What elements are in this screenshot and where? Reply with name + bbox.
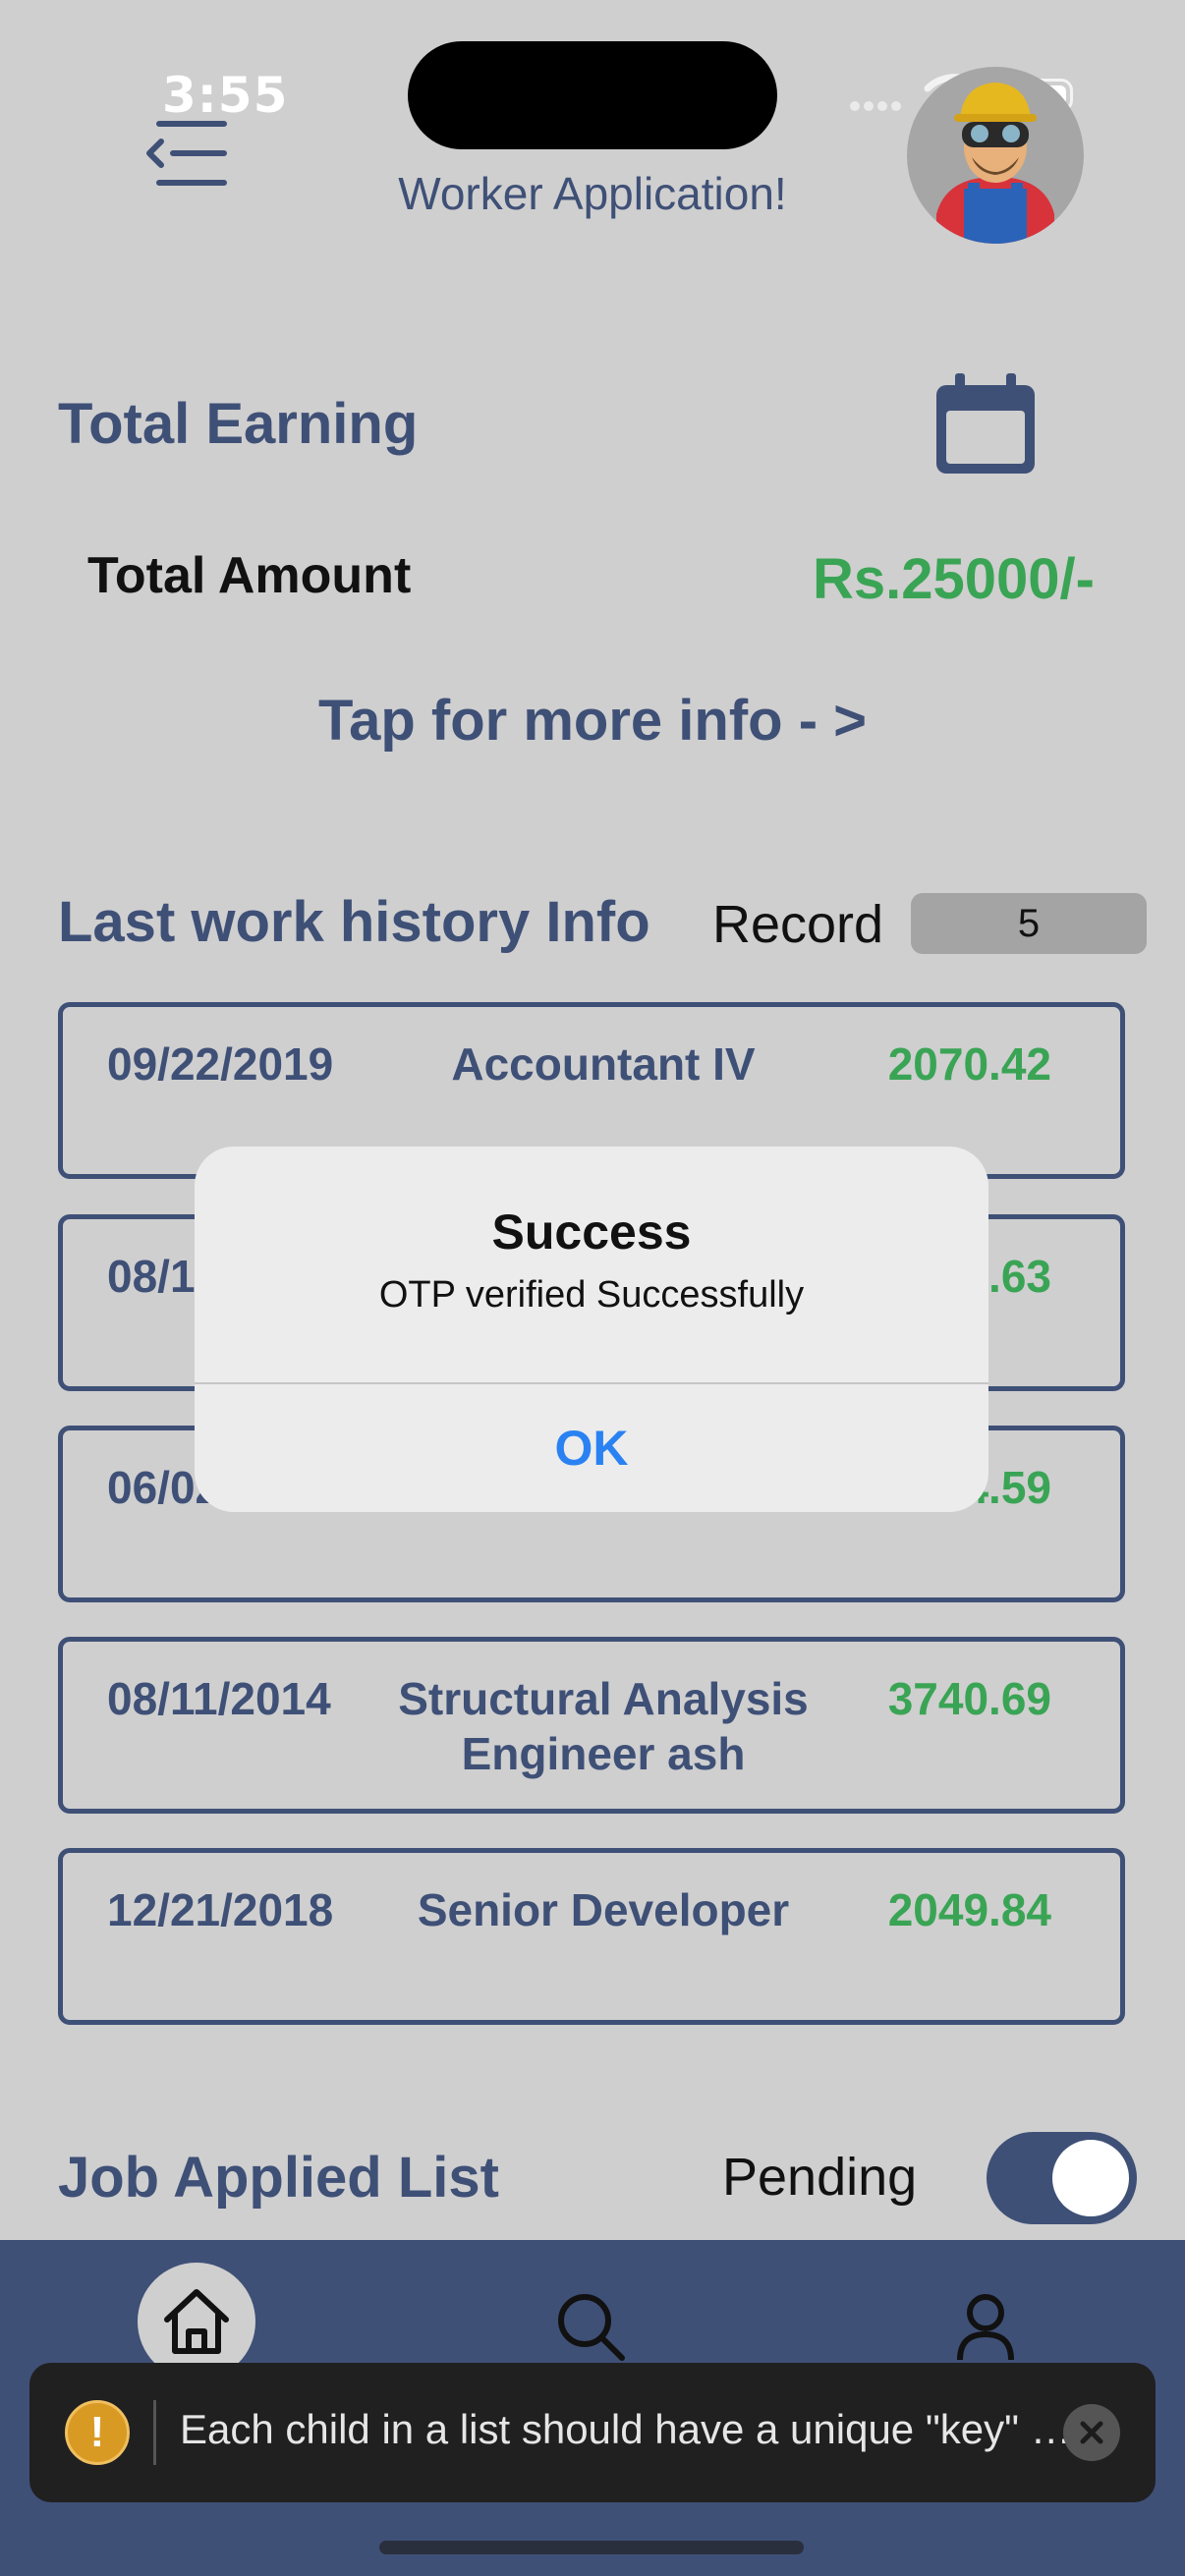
work-history-title: Last work history Info <box>58 890 650 954</box>
history-date: 08/11/2014 <box>107 1673 331 1724</box>
app-screen: 3:55 Worker Application! Total Earning T… <box>0 0 1185 2576</box>
history-card[interactable]: 12/21/2018 Senior Developer 2049.84 <box>58 1848 1125 2025</box>
toggle-knob <box>1052 2140 1129 2216</box>
record-label: Record <box>712 895 884 954</box>
more-info-link[interactable]: Tap for more info - > <box>0 688 1185 754</box>
worker-avatar-image <box>936 83 1054 244</box>
cellular-signal-icon <box>850 98 909 112</box>
history-date: 12/21/2018 <box>107 1884 334 1935</box>
profile-icon[interactable] <box>948 2289 1023 2364</box>
history-amount: 2070.42 <box>887 1038 1051 1090</box>
total-earning-title: Total Earning <box>58 392 419 456</box>
avatar[interactable] <box>907 67 1084 244</box>
dialog-message: OTP verified Successfully <box>378 1274 805 1316</box>
toast-divider <box>153 2400 156 2465</box>
ok-button[interactable]: OK <box>195 1384 988 1512</box>
dynamic-island <box>408 41 777 149</box>
pending-label: Pending <box>722 2148 918 2207</box>
close-icon[interactable] <box>1063 2404 1120 2461</box>
job-applied-title: Job Applied List <box>58 2146 499 2210</box>
total-amount-label: Total Amount <box>87 547 412 604</box>
warning-toast[interactable]: ! Each child in a list should have a uni… <box>29 2363 1156 2502</box>
history-amount: 3740.69 <box>887 1673 1051 1724</box>
close-x-icon <box>1080 2421 1103 2444</box>
search-icon[interactable] <box>553 2289 628 2364</box>
record-count-badge: 5 <box>911 893 1147 954</box>
pending-toggle[interactable] <box>987 2132 1137 2224</box>
history-job-title: Structural Analysis Engineer ash <box>398 1673 809 1779</box>
dialog-title: Success <box>491 1204 692 1260</box>
total-amount-value: Rs.25000/- <box>813 547 1095 611</box>
calendar-icon[interactable] <box>931 371 1040 479</box>
history-job-title: Accountant IV <box>451 1038 756 1090</box>
history-job-title: Senior Developer <box>417 1884 790 1935</box>
history-amount: 2049.84 <box>887 1884 1051 1935</box>
history-card[interactable]: 08/11/2014 Structural Analysis Engineer … <box>58 1637 1125 1814</box>
warning-icon: ! <box>65 2400 130 2465</box>
history-date: 09/22/2019 <box>107 1038 334 1090</box>
home-indicator <box>379 2541 804 2554</box>
success-dialog: Success OTP verified Successfully OK <box>195 1147 988 1512</box>
toast-message: Each child in a list should have a uniqu… <box>180 2406 1084 2452</box>
